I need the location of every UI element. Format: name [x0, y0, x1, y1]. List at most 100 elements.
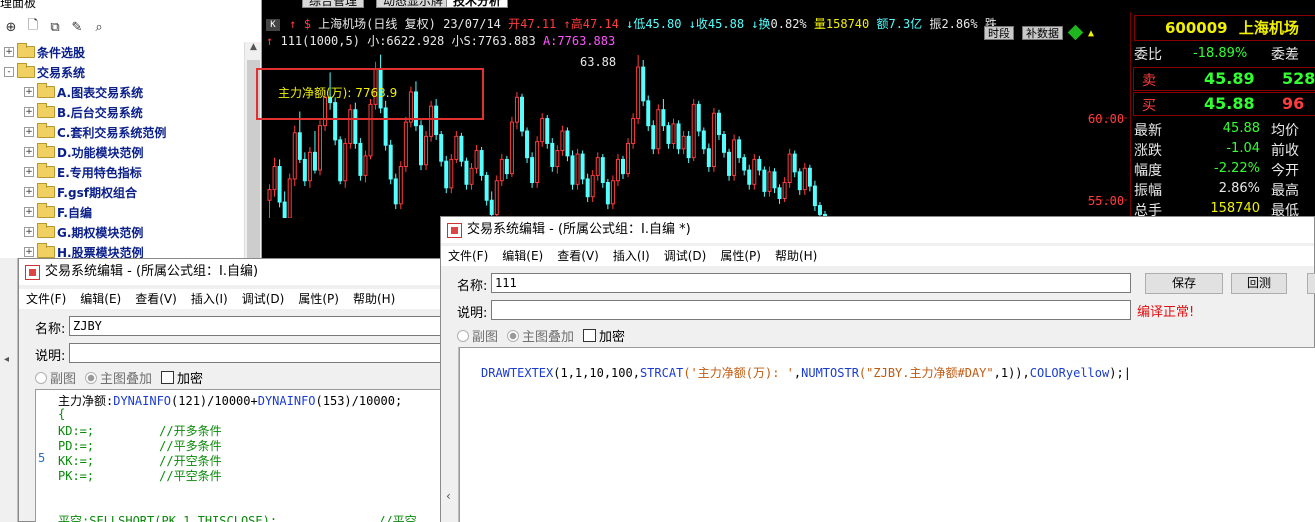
- candle-body[interactable]: [535, 141, 540, 184]
- candle-body[interactable]: [742, 157, 747, 171]
- candle-body[interactable]: [580, 153, 585, 180]
- backtest-button[interactable]: 回测: [1231, 273, 1287, 294]
- collapse-icon[interactable]: -: [4, 67, 14, 77]
- candle-body[interactable]: [525, 130, 530, 159]
- menu-item[interactable]: 属性(P): [291, 289, 346, 309]
- candle-body[interactable]: [398, 166, 403, 205]
- tree-item[interactable]: + E.专用特色指标: [0, 162, 244, 182]
- candle-body[interactable]: [343, 142, 348, 182]
- candle-body[interactable]: [787, 153, 792, 184]
- candle-body[interactable]: [621, 158, 625, 175]
- candle-body[interactable]: [802, 167, 807, 191]
- expand-icon[interactable]: +: [24, 247, 34, 257]
- new-file-icon[interactable]: 🗋: [24, 18, 42, 36]
- tree-item[interactable]: + B.后台交易系统: [0, 102, 244, 122]
- fill-data-button[interactable]: 补数据: [1022, 26, 1063, 40]
- expand-icon[interactable]: +: [24, 107, 34, 117]
- candle-body[interactable]: [792, 153, 797, 173]
- candle-body[interactable]: [338, 139, 343, 182]
- candle-body[interactable]: [701, 130, 706, 150]
- candle-body[interactable]: [651, 125, 656, 150]
- candle-body[interactable]: [600, 157, 605, 184]
- candle-body[interactable]: [727, 151, 732, 176]
- candle-body[interactable]: [661, 109, 666, 127]
- candle-body[interactable]: [449, 158, 454, 189]
- triangle-icon[interactable]: ▲: [1088, 28, 1094, 39]
- menu-item[interactable]: 调试(D): [235, 289, 292, 309]
- code-editor-right[interactable]: DRAWTEXTEX(1,1,10,100,STRCAT('主力净额(万): '…: [459, 347, 1315, 522]
- candle-body[interactable]: [666, 125, 671, 144]
- candle-body[interactable]: [575, 153, 580, 185]
- candle-body[interactable]: [388, 144, 393, 180]
- save-button[interactable]: 保存: [1145, 273, 1223, 294]
- indicator-name[interactable]: 111(1000,5): [280, 34, 359, 48]
- candle-body[interactable]: [464, 160, 469, 185]
- candle-body[interactable]: [393, 178, 398, 205]
- candle-body[interactable]: [626, 142, 631, 175]
- candle-body[interactable]: [681, 135, 686, 150]
- tree-item[interactable]: + A.图表交易系统: [0, 82, 244, 102]
- candle-body[interactable]: [267, 189, 272, 201]
- expand-icon[interactable]: +: [24, 187, 34, 197]
- tree-item[interactable]: + C.套利交易系统范例: [0, 122, 244, 142]
- scroll-up-icon[interactable]: ▲: [245, 42, 261, 58]
- candle-body[interactable]: [565, 130, 570, 157]
- candle-body[interactable]: [605, 182, 610, 205]
- candle-body[interactable]: [757, 158, 762, 171]
- collapse-arrow-icon[interactable]: ‹: [446, 489, 451, 503]
- candle-body[interactable]: [363, 155, 368, 176]
- menu-item[interactable]: 文件(F): [441, 246, 495, 266]
- radio-main-overlay[interactable]: 主图叠加: [507, 326, 574, 345]
- candle-body[interactable]: [711, 112, 716, 168]
- copy-icon[interactable]: ⧉: [46, 18, 64, 36]
- candle-body[interactable]: [419, 125, 423, 166]
- expand-icon[interactable]: +: [4, 47, 14, 57]
- radio-main-overlay[interactable]: 主图叠加: [85, 368, 152, 387]
- tab-technical[interactable]: 技术分析: [446, 0, 509, 8]
- candle-body[interactable]: [484, 174, 489, 201]
- candle-body[interactable]: [706, 148, 711, 168]
- candle-body[interactable]: [282, 201, 287, 218]
- candle-body[interactable]: [610, 180, 615, 205]
- candle-body[interactable]: [797, 171, 802, 191]
- radio-subchart[interactable]: 副图: [35, 368, 76, 387]
- candle-body[interactable]: [615, 158, 620, 182]
- candle-body[interactable]: [636, 66, 641, 120]
- expand-icon[interactable]: +: [24, 167, 34, 177]
- extra-button[interactable]: [1307, 273, 1315, 294]
- candle-body[interactable]: [747, 169, 752, 185]
- expand-icon[interactable]: +: [24, 147, 34, 157]
- candle-body[interactable]: [424, 135, 429, 166]
- candle-body[interactable]: [585, 178, 590, 198]
- candle-body[interactable]: [403, 121, 408, 168]
- candle-body[interactable]: [494, 180, 499, 215]
- expand-icon[interactable]: +: [24, 87, 34, 97]
- candle-body[interactable]: [545, 118, 550, 144]
- candle-body[interactable]: [656, 109, 661, 150]
- tab-dynamic[interactable]: 动态显示牌: [376, 0, 451, 8]
- candle-body[interactable]: [489, 199, 494, 215]
- candle-body[interactable]: [676, 123, 681, 150]
- candle-body[interactable]: [716, 112, 721, 136]
- menu-item[interactable]: 插入(I): [184, 289, 235, 309]
- candle-body[interactable]: [272, 166, 277, 191]
- candle-body[interactable]: [560, 130, 565, 152]
- candle-body[interactable]: [312, 151, 317, 171]
- encrypt-checkbox[interactable]: 加密: [583, 326, 625, 345]
- candle-body[interactable]: [696, 103, 701, 132]
- menu-item[interactable]: 属性(P): [713, 246, 768, 266]
- add-icon[interactable]: ⊕: [2, 18, 20, 36]
- candle-body[interactable]: [307, 151, 312, 182]
- candle-body[interactable]: [555, 150, 560, 168]
- candle-body[interactable]: [722, 134, 726, 153]
- code-editor-left[interactable]: 5 主力净额:DYNAINFO(121)/10000+DYNAINFO(153)…: [35, 389, 447, 522]
- candle-body[interactable]: [277, 166, 282, 203]
- menu-item[interactable]: 调试(D): [657, 246, 714, 266]
- tree-item[interactable]: + F.自编: [0, 202, 244, 222]
- candle-body[interactable]: [474, 150, 479, 169]
- expand-icon[interactable]: +: [24, 227, 34, 237]
- candle-body[interactable]: [807, 167, 812, 187]
- tree-item[interactable]: - 交易系统: [0, 62, 244, 82]
- tree-item[interactable]: + 条件选股: [0, 42, 244, 62]
- menu-item[interactable]: 插入(I): [606, 246, 657, 266]
